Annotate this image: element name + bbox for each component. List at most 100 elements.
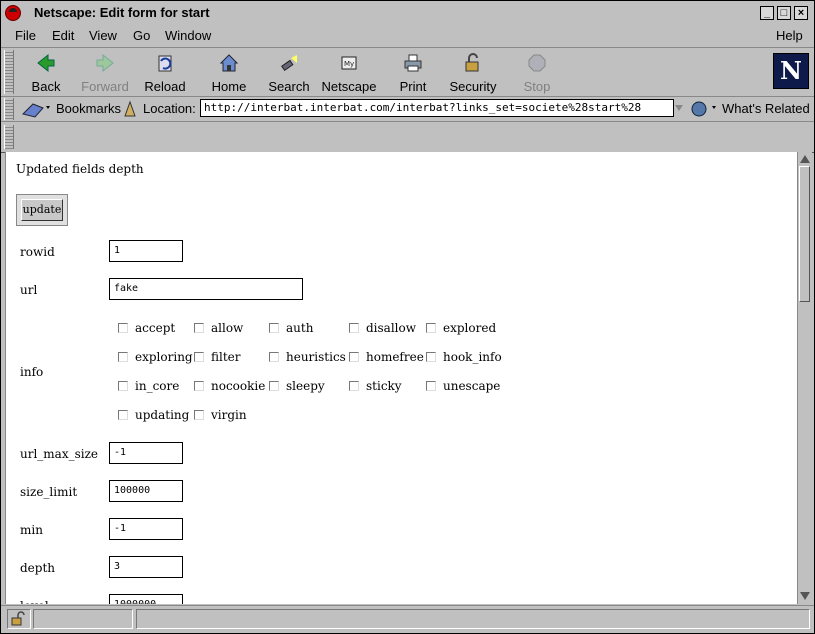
url-input[interactable]: fake: [109, 278, 303, 300]
checkbox-hook-info[interactable]: [426, 352, 436, 362]
checkbox-auth[interactable]: [269, 323, 279, 333]
close-button[interactable]: ×: [794, 6, 808, 20]
url-max-size-input[interactable]: -1: [109, 442, 183, 464]
menu-view[interactable]: View: [89, 28, 117, 43]
checkbox-unescape[interactable]: [426, 381, 436, 391]
security-status-box[interactable]: [7, 609, 31, 629]
search-flashlight-icon: [281, 55, 297, 72]
checkbox-exploring[interactable]: [118, 352, 128, 362]
update-button-frame: update: [16, 194, 68, 226]
info-label: info: [20, 365, 44, 379]
checkbox-label: accept: [135, 321, 176, 335]
minimize-button[interactable]: _: [760, 6, 774, 20]
update-button[interactable]: update: [21, 199, 63, 221]
unlocked-padlock-icon: [11, 611, 25, 626]
progress-box: [33, 609, 133, 629]
level-input[interactable]: 1000000: [109, 594, 183, 604]
page-content: Updated fields depth update rowid 1 url …: [5, 152, 798, 604]
title-bar: Netscape: Edit form for start _ □ ×: [1, 1, 814, 26]
checkbox-homefree[interactable]: [349, 352, 359, 362]
browser-window: Netscape: Edit form for start _ □ × File…: [0, 0, 815, 634]
my-netscape-icon: My: [341, 56, 357, 70]
location-label: Location:: [143, 101, 196, 116]
search-button[interactable]: Search: [259, 50, 319, 94]
checkbox-accept[interactable]: [118, 323, 128, 333]
checkbox-in-core[interactable]: [118, 381, 128, 391]
location-dropdown-icon[interactable]: [674, 99, 684, 117]
status-message-box: [136, 609, 810, 629]
checkbox-label: auth: [286, 321, 314, 335]
min-label: min: [20, 523, 43, 537]
url-max-size-label: url_max_size: [20, 447, 99, 461]
location-grip[interactable]: [4, 98, 14, 120]
menu-file[interactable]: File: [15, 28, 36, 43]
scroll-down-arrow-icon[interactable]: [800, 592, 810, 600]
navigation-toolbar: Back Forward Reload Home Search My Netsc…: [1, 48, 814, 97]
scroll-up-arrow-icon[interactable]: [800, 155, 810, 163]
level-label: level: [20, 599, 49, 604]
checkbox-label: in_core: [135, 379, 180, 393]
checkbox-label: exploring: [135, 350, 193, 364]
location-url-input[interactable]: http://interbat.interbat.com/interbat?li…: [200, 99, 674, 117]
checkbox-label: explored: [443, 321, 497, 335]
rowid-label: rowid: [20, 245, 55, 259]
maximize-button[interactable]: □: [777, 6, 791, 20]
reload-icon: [158, 55, 172, 72]
home-button[interactable]: Home: [199, 50, 259, 94]
checkbox-label: allow: [211, 321, 244, 335]
vertical-scrollbar[interactable]: [797, 152, 812, 604]
size-limit-input[interactable]: 100000: [109, 480, 183, 502]
checkbox-explored[interactable]: [426, 323, 436, 333]
security-button[interactable]: Security: [443, 50, 503, 94]
personal-toolbar-grip[interactable]: [4, 125, 14, 149]
scrollbar-thumb[interactable]: [799, 166, 810, 302]
home-label: Home: [211, 79, 247, 94]
home-icon: [219, 54, 239, 72]
reload-button[interactable]: Reload: [135, 50, 195, 94]
netscape-button[interactable]: My Netscape: [319, 50, 379, 94]
back-label: Back: [31, 79, 61, 94]
whats-related-icon[interactable]: [689, 100, 719, 118]
menu-edit[interactable]: Edit: [52, 28, 74, 43]
whats-related-label[interactable]: What's Related: [722, 101, 810, 116]
checkbox-nocookie[interactable]: [194, 381, 204, 391]
checkbox-sticky[interactable]: [349, 381, 359, 391]
padlock-icon: [465, 53, 479, 72]
checkbox-filter[interactable]: [194, 352, 204, 362]
checkbox-label: homefree: [366, 350, 424, 364]
depth-label: depth: [20, 561, 56, 575]
stop-button[interactable]: Stop: [507, 50, 567, 94]
menu-window[interactable]: Window: [165, 28, 211, 43]
checkbox-virgin[interactable]: [194, 410, 204, 420]
checkbox-sleepy[interactable]: [269, 381, 279, 391]
min-input[interactable]: -1: [109, 518, 183, 540]
forward-button[interactable]: Forward: [75, 50, 135, 94]
checkbox-allow[interactable]: [194, 323, 204, 333]
netscape-logo[interactable]: N: [773, 53, 809, 89]
back-button[interactable]: Back: [16, 50, 76, 94]
checkbox-updating[interactable]: [118, 410, 128, 420]
checkbox-label: filter: [211, 350, 241, 364]
checkbox-label: disallow: [366, 321, 417, 335]
checkbox-disallow[interactable]: [349, 323, 359, 333]
size-limit-label: size_limit: [20, 485, 78, 499]
menu-go[interactable]: Go: [133, 28, 150, 43]
print-button[interactable]: Print: [383, 50, 443, 94]
location-page-icon[interactable]: [122, 100, 138, 118]
checkbox-label: updating: [135, 408, 190, 422]
rowid-input[interactable]: 1: [109, 240, 183, 262]
bookmarks-label[interactable]: Bookmarks: [56, 101, 121, 116]
toolbar-grip[interactable]: [4, 50, 14, 94]
bookmarks-icon[interactable]: [21, 100, 51, 118]
checkbox-heuristics[interactable]: [269, 352, 279, 362]
depth-input[interactable]: 3: [109, 556, 183, 578]
status-bar: [1, 605, 814, 633]
checkbox-label: nocookie: [211, 379, 266, 393]
menu-help[interactable]: Help: [776, 28, 803, 43]
checkbox-label: heuristics: [286, 350, 346, 364]
updated-fields-heading: Updated fields depth: [16, 162, 144, 176]
redhat-icon[interactable]: [5, 5, 21, 21]
svg-text:My: My: [344, 60, 354, 68]
forward-label: Forward: [81, 79, 129, 94]
reload-label: Reload: [144, 79, 186, 94]
